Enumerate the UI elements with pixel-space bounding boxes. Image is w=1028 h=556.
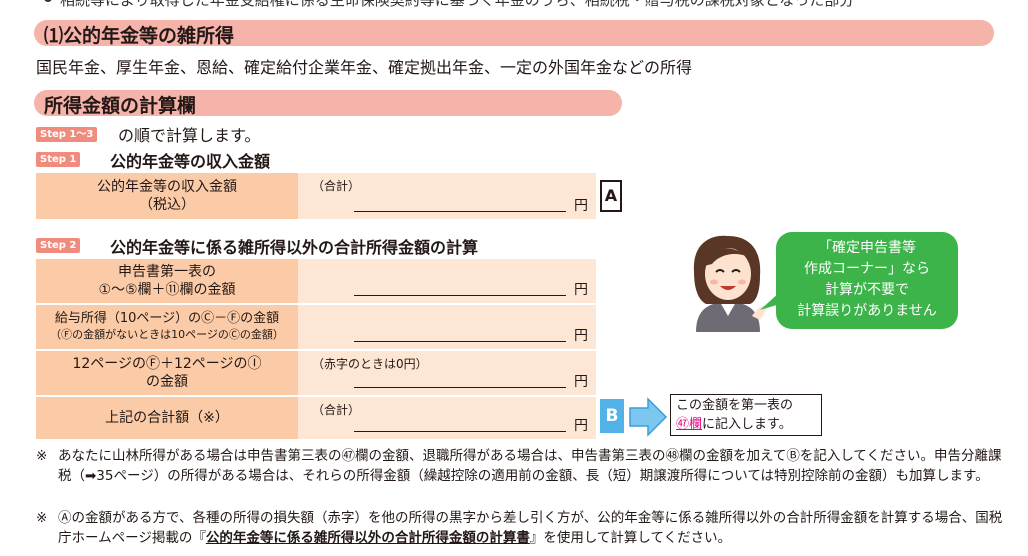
row-label: 給与所得（10ページ）のⒸ－Ⓕの金額 （Ⓕの金額がないときは10ページのⒸの金額… (36, 305, 298, 349)
yen-unit: 円 (574, 374, 588, 390)
section-header-calculation: 所得金額の計算欄 (34, 90, 622, 117)
bubble-line-3: 計算が不要で (825, 282, 909, 298)
row-label: 上記の合計額（※） (36, 397, 298, 439)
footnote-text-b: 』を使用して計算してください。 (529, 530, 732, 546)
footnote-text: あなたに山林所得がある場合は申告書第三表の㊼欄の金額、退職所得がある場合は、申告… (58, 448, 1002, 484)
amount-input-line[interactable] (354, 387, 566, 388)
arrow-right-icon (629, 397, 668, 437)
badge-text: Step 2 (40, 240, 77, 251)
label-line-2: （Ⓕの金額がないときは10ページのⒸの金額） (50, 328, 284, 341)
label-line-1: 上記の合計額（※） (105, 410, 229, 426)
footnote-mark: ※ (36, 510, 48, 526)
section-title: ⑴公的年金等の雑所得 (44, 25, 235, 47)
row-note: （赤字のときは0円） (312, 357, 428, 371)
row-page12-amount: 12ページのⒻ＋12ページのⒾ の金額 （赤字のときは0円） 円 (36, 351, 596, 395)
section-title: 所得金額の計算欄 (44, 95, 197, 117)
row-note: （合計） (312, 179, 361, 193)
bubble-line-4: 計算誤りがありません (797, 303, 937, 319)
yen-unit: 円 (574, 328, 588, 344)
step-range-badge: Step 1〜3 (36, 127, 98, 142)
row-total-amount: 上記の合計額（※） （合計） 円 (36, 397, 596, 439)
step1-badge: Step 1 (36, 152, 81, 167)
label-line-2: （税込） (139, 197, 195, 213)
step-intro-text: の順で計算します。 (118, 126, 261, 145)
transfer-note: この金額を第一表の ㊼欄に記入します。 (670, 394, 822, 436)
yen-unit: 円 (574, 418, 588, 434)
label-line-1: 公的年金等の収入金額 (97, 179, 237, 195)
label-line-2: の金額 (145, 374, 188, 390)
calc-sheet-link[interactable]: 公的年金等に係る雑所得以外の合計所得金額の計算書 (206, 530, 530, 546)
callout-line-2: ㊼欄に記入します。 (676, 415, 816, 434)
section-description: 国民年金、厚生年金、恩給、確定給付企業年金、確定拠出年金、一定の外国年金などの所… (36, 58, 693, 77)
bubble-line-2: 作成コーナー」なら (804, 261, 930, 277)
section-header-public-pension: ⑴公的年金等の雑所得 (34, 20, 994, 47)
row-pension-income: 公的年金等の収入金額 （税込） （合計） 円 (36, 173, 596, 219)
box-a-label: A (600, 180, 622, 212)
speech-bubble: 「確定申告書等 作成コーナー」なら 計算が不要で 計算誤りがありません (776, 232, 958, 329)
label-line-1: 給与所得（10ページ）のⒸ－Ⓕの金額 (54, 311, 280, 326)
step2-badge: Step 2 (36, 238, 81, 253)
step2-title: 公的年金等に係る雑所得以外の合計所得金額の計算 (110, 238, 479, 257)
yen-unit: 円 (574, 282, 588, 298)
footnote-mark: ※ (36, 448, 48, 464)
badge-text: Step 1 (40, 154, 77, 165)
amount-input-line[interactable] (354, 295, 566, 296)
amount-input-line[interactable] (354, 211, 566, 212)
footnote-1: ※ あなたに山林所得がある場合は申告書第三表の㊼欄の金額、退職所得がある場合は、… (36, 446, 1006, 486)
callout-line-1: この金額を第一表の (676, 398, 794, 413)
footnote-text: Ⓐの金額がある方で、各種の所得の損失額（赤字）を他の所得の黒字から差し引く方が、… (58, 508, 1006, 548)
amount-input-line[interactable] (354, 341, 566, 342)
row-note: （合計） (312, 403, 361, 417)
bullet-icon (44, 0, 52, 2)
row-label: 12ページのⒻ＋12ページのⒾ の金額 (36, 351, 298, 395)
yen-unit: 円 (574, 198, 588, 214)
callout-text: に記入します。 (702, 417, 792, 432)
label-line-2: ①〜⑤欄＋⑪欄の金額 (98, 282, 236, 298)
step1-title: 公的年金等の収入金額 (110, 152, 271, 171)
row-label: 申告書第一表の ①〜⑤欄＋⑪欄の金額 (36, 259, 298, 303)
row-salary-income: 給与所得（10ページ）のⒸ－Ⓕの金額 （Ⓕの金額がないときは10ページのⒸの金額… (36, 305, 596, 349)
row-label: 公的年金等の収入金額 （税込） (36, 173, 298, 219)
label-line-1: 12ページのⒻ＋12ページのⒾ (72, 356, 262, 372)
box-b-label: B (600, 399, 624, 433)
person-illustration-icon (693, 235, 767, 332)
row-first-table-amount: 申告書第一表の ①〜⑤欄＋⑪欄の金額 円 (36, 259, 596, 303)
truncated-top-line: 相続等により取得した年金受給権に係る生命保険契約等に基づく年金のうち、相続税・贈… (0, 0, 1028, 12)
footnote-2: ※ Ⓐの金額がある方で、各種の所得の損失額（赤字）を他の所得の黒字から差し引く方… (36, 508, 1006, 548)
top-text: 相続等により取得した年金受給権に係る生命保険契約等に基づく年金のうち、相続税・贈… (60, 0, 855, 9)
amount-input-line[interactable] (354, 431, 566, 432)
badge-text: Step 1〜3 (40, 129, 94, 140)
label-line-1: 申告書第一表の (117, 264, 216, 280)
bubble-line-1: 「確定申告書等 (818, 240, 916, 256)
field-link[interactable]: ㊼欄 (676, 417, 702, 432)
